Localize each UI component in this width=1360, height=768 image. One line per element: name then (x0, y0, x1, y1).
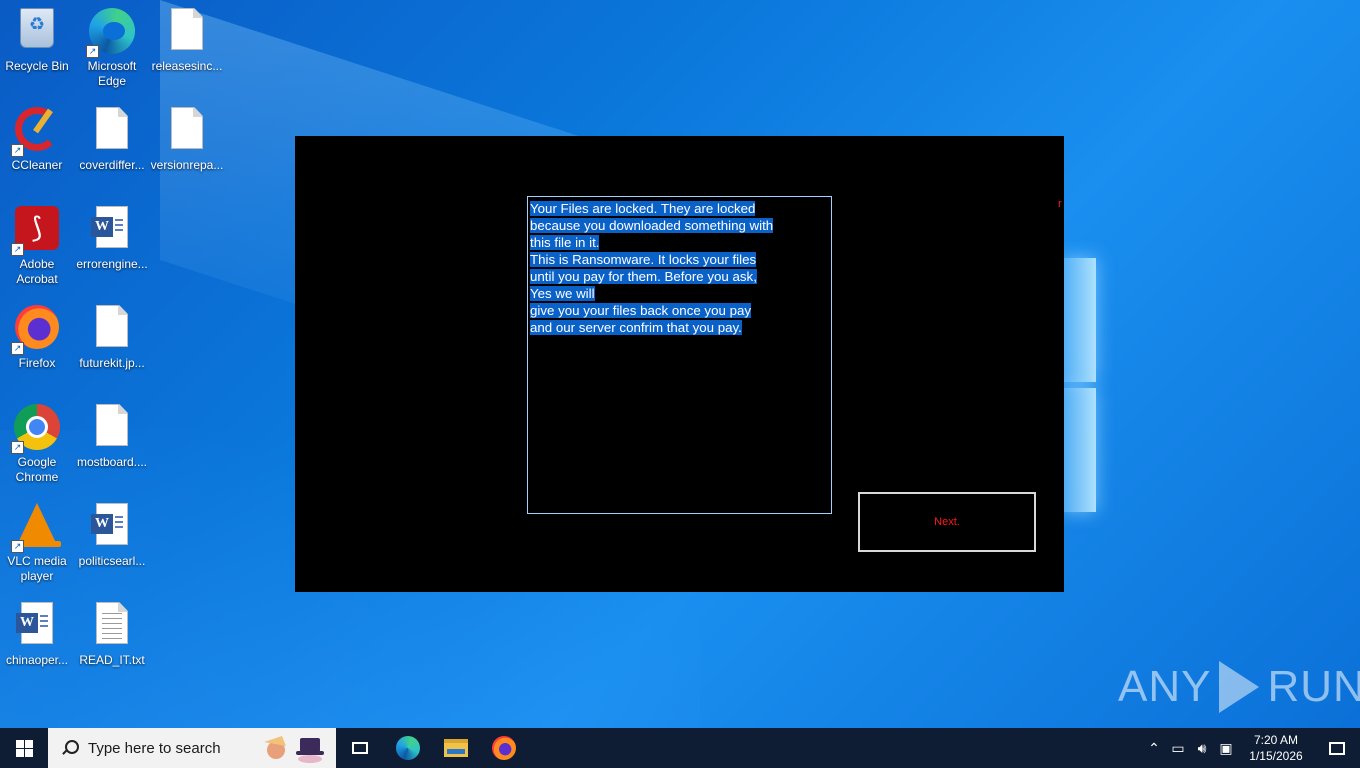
network-icon[interactable]: ▣ (1214, 740, 1238, 757)
search-placeholder: Type here to search (88, 739, 221, 757)
desktop-icon-coverdiffer[interactable]: coverdiffer... (75, 101, 149, 173)
message-line: this file in it. (530, 235, 600, 250)
message-line: This is Ransomware. It locks your files (530, 252, 757, 267)
red-mark: r (1058, 198, 1062, 210)
desktop-icon-google-chrome[interactable]: ↗ Google Chrome (0, 398, 74, 485)
word-doc-icon: W (91, 206, 128, 248)
desktop-icon-versionrepa[interactable]: versionrepa... (150, 101, 224, 173)
firefox-icon (492, 736, 516, 760)
start-button[interactable] (0, 728, 48, 768)
taskbar: Type here to search ⌃ ▭ 🔊︎ ▣ 7:20 AM 1/1… (0, 728, 1360, 768)
desktop-icon-chinaoper[interactable]: W chinaoper... (0, 596, 74, 668)
clock-date: 1/15/2026 (1249, 749, 1303, 763)
chevron-up-icon[interactable]: ⌃ (1142, 740, 1166, 757)
clock[interactable]: 7:20 AM 1/15/2026 (1238, 732, 1314, 764)
windows-logo-icon (15, 739, 33, 757)
clock-time: 7:20 AM (1253, 733, 1299, 747)
search-highlight-illustration-icon (264, 736, 324, 763)
file-icon (96, 107, 128, 149)
message-line: Your Files are locked. They are locked (530, 201, 756, 216)
desktop-icon-vlc[interactable]: ↗ VLC media player (0, 497, 74, 584)
task-view-icon (352, 742, 368, 754)
desktop-icon-firefox[interactable]: ↗ Firefox (0, 299, 74, 371)
recycle-bin-icon (20, 8, 54, 48)
desktop-icon-ccleaner[interactable]: ↗ CCleaner (0, 101, 74, 173)
desktop-icon-read-it-txt[interactable]: READ_IT.txt (75, 596, 149, 668)
desktop-icon-microsoft-edge[interactable]: ↗ Microsoft Edge (75, 2, 149, 89)
taskbar-search-box[interactable]: Type here to search (48, 728, 336, 768)
desktop-icon-errorengine[interactable]: W errorengine... (75, 200, 149, 272)
meet-now-icon[interactable]: ▭ (1166, 740, 1190, 757)
desktop-icon-futurekit[interactable]: futurekit.jp... (75, 299, 149, 371)
taskbar-edge-button[interactable] (384, 728, 432, 768)
play-logo-icon (1219, 661, 1260, 713)
file-icon (96, 305, 128, 347)
file-icon (171, 8, 203, 50)
anyrun-watermark: ANY RUN (1118, 661, 1360, 713)
message-line: because you downloaded something with (530, 218, 774, 233)
desktop-icon-mostboard[interactable]: mostboard.... (75, 398, 149, 470)
desktop-icon-releasesinc[interactable]: releasesinc... (150, 2, 224, 74)
desktop-icon-recycle-bin[interactable]: Recycle Bin (0, 2, 74, 74)
word-doc-icon: W (91, 503, 128, 545)
desktop-icon-politicsearl[interactable]: W politicsearl... (75, 497, 149, 569)
system-tray: ⌃ ▭ 🔊︎ ▣ 7:20 AM 1/15/2026 (1142, 728, 1360, 768)
vlc-icon (13, 503, 61, 547)
ransom-message-textbox[interactable]: Your Files are locked. They are locked b… (527, 196, 832, 514)
ransomware-window[interactable]: Your Files are locked. They are locked b… (295, 136, 1064, 592)
file-icon (171, 107, 203, 149)
message-line: give you your files back once you pay (530, 303, 752, 318)
taskbar-firefox-button[interactable] (480, 728, 528, 768)
next-button[interactable]: Next. (858, 492, 1036, 552)
message-line: until you pay for them. Before you ask, (530, 269, 757, 284)
notification-center-button[interactable] (1314, 728, 1360, 768)
volume-icon[interactable]: 🔊︎ (1190, 740, 1214, 757)
message-line: Yes we will (530, 286, 595, 301)
notification-icon (1329, 741, 1345, 755)
wallpaper-windows-logo (1060, 258, 1096, 512)
task-view-button[interactable] (336, 728, 384, 768)
message-line: and our server confrim that you pay. (530, 320, 742, 335)
text-file-icon (96, 602, 128, 644)
taskbar-file-explorer-button[interactable] (432, 728, 480, 768)
file-icon (96, 404, 128, 446)
desktop-icon-adobe-acrobat[interactable]: ⟆ ↗ Adobe Acrobat (0, 200, 74, 287)
edge-icon (396, 736, 420, 760)
word-doc-icon: W (16, 602, 53, 644)
search-icon (62, 740, 79, 756)
folder-icon (444, 739, 468, 757)
